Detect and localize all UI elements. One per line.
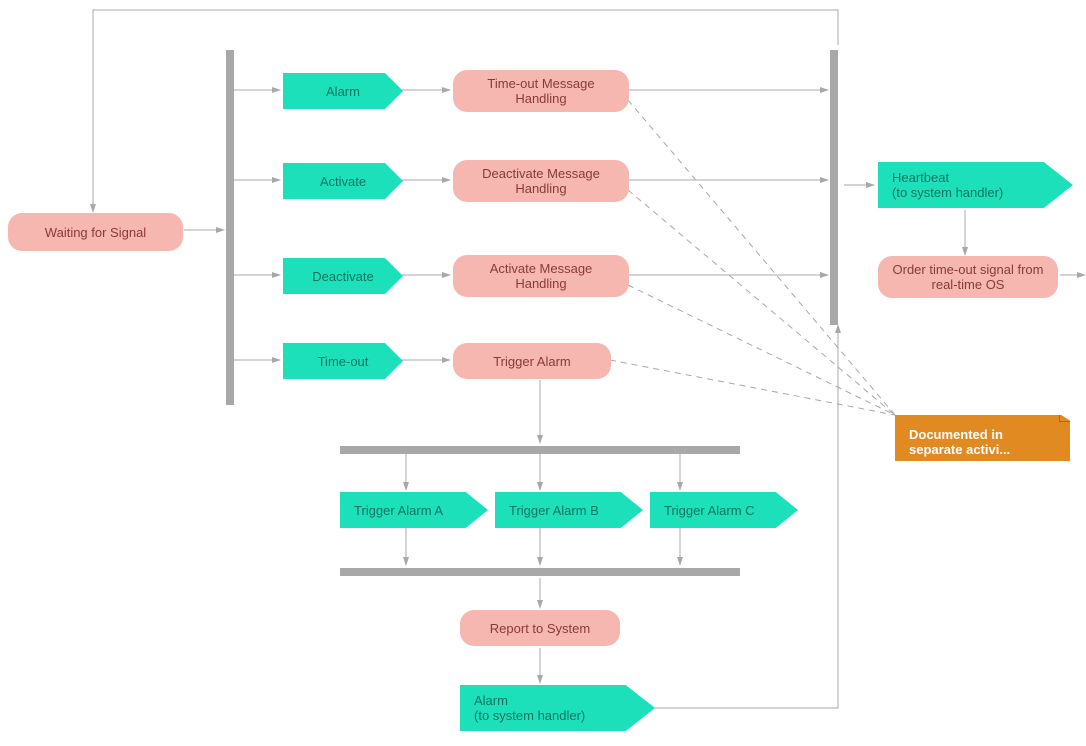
order-timeout-label: Order time-out signal from real-time OS — [888, 262, 1048, 292]
activate-handling-node: Activate Message Handling — [453, 255, 629, 297]
heartbeat-label: Heartbeat (to system handler) — [892, 170, 1003, 200]
fork-bar-1 — [226, 50, 234, 405]
note-node: Documented in separate activi... — [895, 415, 1070, 461]
timeout-handling-node: Time-out Message Handling — [453, 70, 629, 112]
alarm-signal: Alarm — [283, 73, 403, 109]
note-label: Documented in separate activi... — [909, 427, 1010, 457]
trigger-a-signal: Trigger Alarm A — [340, 492, 488, 528]
note-corner-icon — [1059, 415, 1070, 422]
fork-bar-4 — [340, 568, 740, 576]
activate-label: Activate — [320, 174, 366, 189]
timeout-label: Time-out — [318, 354, 369, 369]
timeout-handling-label: Time-out Message Handling — [463, 76, 619, 106]
timeout-signal: Time-out — [283, 343, 403, 379]
trigger-a-label: Trigger Alarm A — [354, 503, 443, 518]
fork-bar-3 — [340, 446, 740, 454]
trigger-b-label: Trigger Alarm B — [509, 503, 599, 518]
deactivate-handling-node: Deactivate Message Handling — [453, 160, 629, 202]
trigger-c-signal: Trigger Alarm C — [650, 492, 798, 528]
trigger-c-label: Trigger Alarm C — [664, 503, 755, 518]
alarm-label: Alarm — [326, 84, 360, 99]
fork-bar-2 — [830, 50, 838, 325]
order-timeout-node: Order time-out signal from real-time OS — [878, 256, 1058, 298]
trigger-alarm-node: Trigger Alarm — [453, 343, 611, 379]
report-node: Report to System — [460, 610, 620, 646]
deactivate-handling-label: Deactivate Message Handling — [463, 166, 619, 196]
activate-handling-label: Activate Message Handling — [463, 261, 619, 291]
report-label: Report to System — [490, 621, 590, 636]
activate-signal: Activate — [283, 163, 403, 199]
deactivate-label: Deactivate — [312, 269, 373, 284]
alarm-out-signal: Alarm (to system handler) — [460, 685, 655, 731]
waiting-node: Waiting for Signal — [8, 213, 183, 251]
waiting-label: Waiting for Signal — [45, 225, 146, 240]
heartbeat-signal: Heartbeat (to system handler) — [878, 162, 1073, 208]
trigger-b-signal: Trigger Alarm B — [495, 492, 643, 528]
trigger-alarm-label: Trigger Alarm — [493, 354, 571, 369]
alarm-out-label: Alarm (to system handler) — [474, 693, 585, 723]
deactivate-signal: Deactivate — [283, 258, 403, 294]
